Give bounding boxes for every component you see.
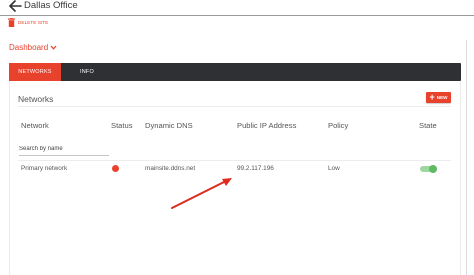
chevron-down-icon — [50, 45, 57, 50]
dashboard-label: Dashboard — [9, 43, 49, 52]
content-panel — [9, 63, 461, 275]
plus-icon: + — [429, 92, 435, 102]
status-indicator — [112, 165, 119, 172]
dynamic-dns-value: mainsite.ddns.net — [145, 165, 196, 172]
network-name[interactable]: Primary network — [21, 165, 67, 172]
search-input[interactable] — [19, 142, 109, 156]
top-bar: Dallas Office — [0, 0, 474, 16]
page-title: Dallas Office — [24, 0, 78, 11]
tab-bar: NETWORKS INFO — [9, 63, 461, 81]
networks-section-title: Networks — [18, 94, 54, 104]
delete-site-label: DELETE SITE — [18, 19, 49, 25]
toggle-knob — [429, 165, 437, 173]
column-header-state[interactable]: State — [419, 121, 437, 130]
delete-site-button[interactable]: DELETE SITE — [8, 17, 48, 27]
policy-value: Low — [328, 165, 340, 172]
scrollbar[interactable] — [466, 40, 467, 275]
column-header-public-ip[interactable]: Public IP Address — [237, 121, 296, 130]
table-row-divider — [18, 160, 451, 161]
column-header-policy[interactable]: Policy — [328, 121, 348, 130]
back-arrow-icon[interactable] — [8, 0, 22, 12]
new-button-label: NEW — [436, 95, 448, 100]
column-header-dynamic-dns[interactable]: Dynamic DNS — [145, 121, 193, 130]
column-header-status[interactable]: Status — [111, 121, 133, 130]
new-network-button[interactable]: + NEW — [426, 92, 451, 103]
state-toggle[interactable] — [420, 165, 437, 173]
public-ip-value: 99.2.117.196 — [237, 165, 274, 172]
column-header-network[interactable]: Network — [21, 121, 49, 130]
tab-networks[interactable]: NETWORKS — [9, 63, 61, 81]
dashboard-dropdown[interactable]: Dashboard — [9, 43, 57, 52]
trash-icon — [8, 17, 15, 27]
tab-info[interactable]: INFO — [61, 63, 113, 81]
divider — [18, 106, 451, 107]
